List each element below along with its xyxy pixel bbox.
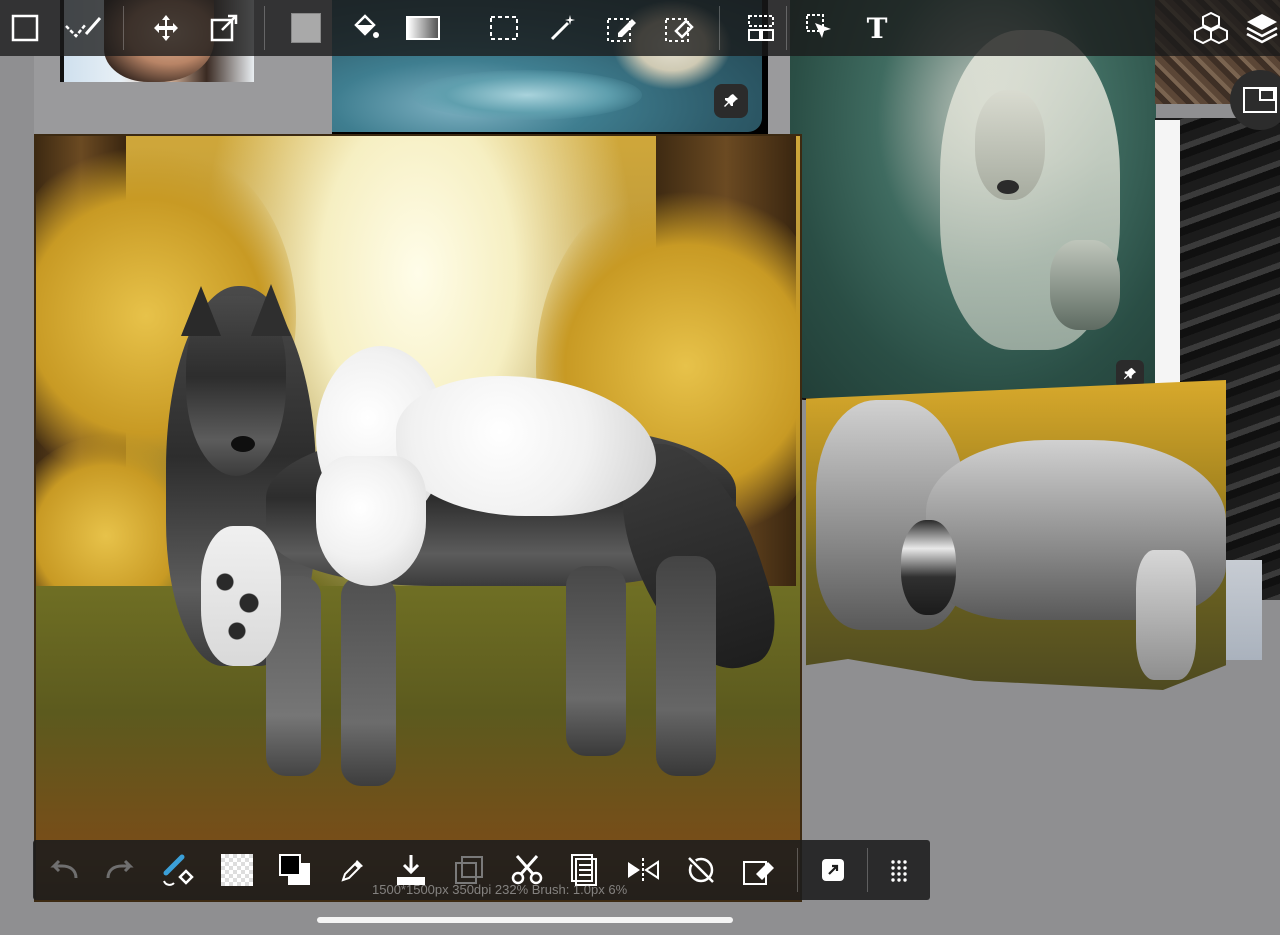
- text-T-icon: T: [866, 11, 888, 45]
- rotate-slash-icon: [688, 857, 714, 883]
- brush-eraser-icon: [163, 854, 194, 886]
- text-tool-button[interactable]: T: [855, 6, 899, 50]
- select-tool-button[interactable]: [3, 6, 47, 50]
- redo-button[interactable]: [99, 848, 143, 892]
- eyedropper-icon: [341, 860, 363, 882]
- black-wolf-leg-front2: [341, 576, 396, 786]
- canvas-status-text: 1500*1500px 350dpi 232% Brush: 1.0px 6%: [372, 882, 628, 897]
- frame-divider-icon: [748, 15, 774, 41]
- grid-dots-icon: [891, 860, 907, 882]
- dashed-eraser-icon: [665, 18, 694, 42]
- main-artwork-canvas[interactable]: [34, 134, 802, 902]
- magic-wand-icon: [550, 15, 575, 41]
- brush-eraser-toggle[interactable]: [157, 848, 201, 892]
- pin-icon: [1123, 367, 1137, 380]
- color-squares-icon: [279, 854, 310, 885]
- black-wolf-leg-back2: [656, 556, 716, 776]
- flip-horizontal-icon: [628, 858, 659, 882]
- transparent-color-button[interactable]: [215, 848, 259, 892]
- wing-white-area: [1155, 120, 1280, 400]
- gradient-tool-button[interactable]: [401, 6, 445, 50]
- bucket-tool-button[interactable]: [343, 6, 387, 50]
- rotate-off-button[interactable]: [679, 848, 723, 892]
- home-indicator[interactable]: [317, 917, 733, 923]
- reference-image-polar-bear[interactable]: [790, 0, 1156, 400]
- black-wolf-ear-left: [181, 286, 221, 336]
- layers-icon: [1246, 14, 1278, 44]
- move-arrows-icon: [154, 15, 178, 41]
- duplicate-icon: [455, 856, 483, 884]
- more-button[interactable]: [877, 848, 921, 892]
- ref-badger: [901, 520, 956, 615]
- transform-tool-button[interactable]: [202, 6, 246, 50]
- move-tool-button[interactable]: [144, 6, 188, 50]
- lasso-tool-button[interactable]: [482, 6, 526, 50]
- square-arrow-out-icon: [210, 14, 238, 42]
- selection-pointer-tool-button[interactable]: [798, 6, 842, 50]
- toolbar-divider: [123, 6, 124, 50]
- reference-window-icon: [1243, 87, 1277, 113]
- toolbar-divider: [797, 848, 798, 892]
- top-toolbar: T: [0, 0, 1280, 56]
- frame-divider-tool-button[interactable]: [739, 6, 783, 50]
- polar-bear-nose: [997, 180, 1019, 194]
- paint-bucket-icon: [354, 14, 379, 38]
- stabilizer-tool-button[interactable]: [62, 6, 106, 50]
- undo-button[interactable]: [41, 848, 85, 892]
- redo-arrow-icon: [106, 859, 134, 879]
- black-wolf-leg-back: [566, 566, 626, 756]
- selection-eraser-tool-button[interactable]: [658, 6, 702, 50]
- black-wolf-ear-right: [251, 284, 291, 336]
- spotted-paw: [201, 526, 281, 666]
- toolbar-divider: [719, 6, 720, 50]
- pin-button-ocean[interactable]: [714, 84, 748, 118]
- white-wolf-chest: [316, 456, 426, 586]
- expand-arrow-icon: [822, 859, 844, 881]
- square-outline-icon: [11, 14, 39, 42]
- checker-icon: [221, 854, 253, 886]
- eraser-box-icon: [743, 861, 774, 885]
- fullscreen-button[interactable]: [811, 848, 855, 892]
- checkmark-pen-icon: [65, 17, 102, 38]
- cursor-icon: [806, 14, 831, 38]
- black-wolf-nose: [231, 436, 255, 452]
- toolbar-divider: [867, 848, 868, 892]
- pin-icon: [724, 94, 738, 107]
- eyedropper-button[interactable]: [331, 848, 375, 892]
- dashed-rect-icon: [490, 16, 518, 40]
- selection-pen-tool-button[interactable]: [600, 6, 644, 50]
- cubes-icon: [1194, 11, 1228, 45]
- toolbar-divider: [786, 6, 787, 50]
- gradient-rect-icon: [406, 16, 440, 40]
- materials-tool-button[interactable]: [1189, 6, 1233, 50]
- clear-button[interactable]: [737, 848, 781, 892]
- polar-bear-paw: [1050, 240, 1120, 330]
- toolbar-divider: [264, 6, 265, 50]
- ocean-wave: [412, 70, 642, 120]
- dashed-pen-icon: [607, 18, 636, 42]
- gray-swatch-icon: [291, 13, 321, 43]
- fg-bg-color-button[interactable]: [273, 848, 317, 892]
- magic-wand-tool-button[interactable]: [541, 6, 585, 50]
- reference-image-wolves[interactable]: [806, 380, 1226, 690]
- pin-button-bear[interactable]: [1116, 360, 1144, 388]
- ref-wolf-gray-leg: [1136, 550, 1196, 680]
- fill-color-swatch[interactable]: [284, 6, 328, 50]
- flip-button[interactable]: [621, 848, 665, 892]
- undo-arrow-icon: [50, 859, 78, 879]
- layers-tool-button[interactable]: [1240, 6, 1280, 50]
